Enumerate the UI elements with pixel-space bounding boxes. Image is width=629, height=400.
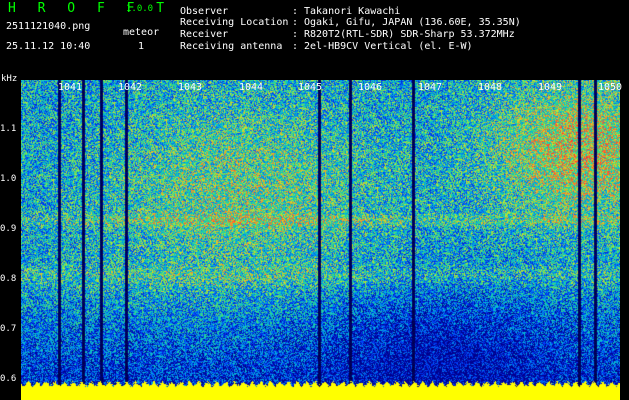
spectrogram-plot [21, 80, 620, 400]
x-tick-label: 1047 [418, 82, 443, 93]
antenna-label: Receiving antenna [180, 41, 283, 52]
x-tick-label: 1048 [478, 82, 503, 93]
y-tick-label: 0.7 [0, 324, 17, 334]
file-name: 2511121040.png [6, 21, 91, 32]
y-tick-label: 1.0 [0, 174, 17, 184]
detection-count: 1 [138, 41, 145, 52]
location-label: Receiving Location [180, 17, 289, 28]
file-datetime: 25.11.12 10:40 [6, 41, 91, 52]
x-tick-label: 1045 [298, 82, 323, 93]
colon-separator: : [292, 17, 299, 28]
x-tick-label: 1042 [118, 82, 143, 93]
y-tick-label: 0.8 [0, 274, 17, 284]
detection-label: meteor [123, 27, 160, 38]
spectrogram-canvas [21, 80, 620, 400]
y-tick-label: 1.1 [0, 124, 17, 134]
location-value: Ogaki, Gifu, JAPAN (136.60E, 35.35N) [304, 17, 521, 28]
x-tick-label: 1050 [598, 82, 623, 93]
x-tick-label: 1044 [239, 82, 264, 93]
colon-separator: : [292, 29, 299, 40]
x-tick-label: 1046 [358, 82, 383, 93]
app-version: 1.0.0 [126, 4, 154, 14]
header-panel: H R O F F T 1.0.0 2511121040.png 25.11.1… [0, 0, 629, 80]
antenna-value: 2el-HB9CV Vertical (el. E-W) [304, 41, 473, 52]
receiver-value: R820T2(RTL-SDR) SDR-Sharp 53.372MHz [304, 29, 515, 40]
y-tick-label: 0.6 [0, 374, 17, 384]
y-tick-label: 0.9 [0, 224, 17, 234]
y-axis-unit: kHz [1, 74, 18, 84]
x-tick-label: 1049 [538, 82, 563, 93]
colon-separator: : [292, 41, 299, 52]
colon-separator: : [292, 6, 299, 17]
x-tick-label: 1041 [58, 82, 83, 93]
receiver-label: Receiver [180, 29, 229, 40]
x-tick-label: 1043 [178, 82, 203, 93]
